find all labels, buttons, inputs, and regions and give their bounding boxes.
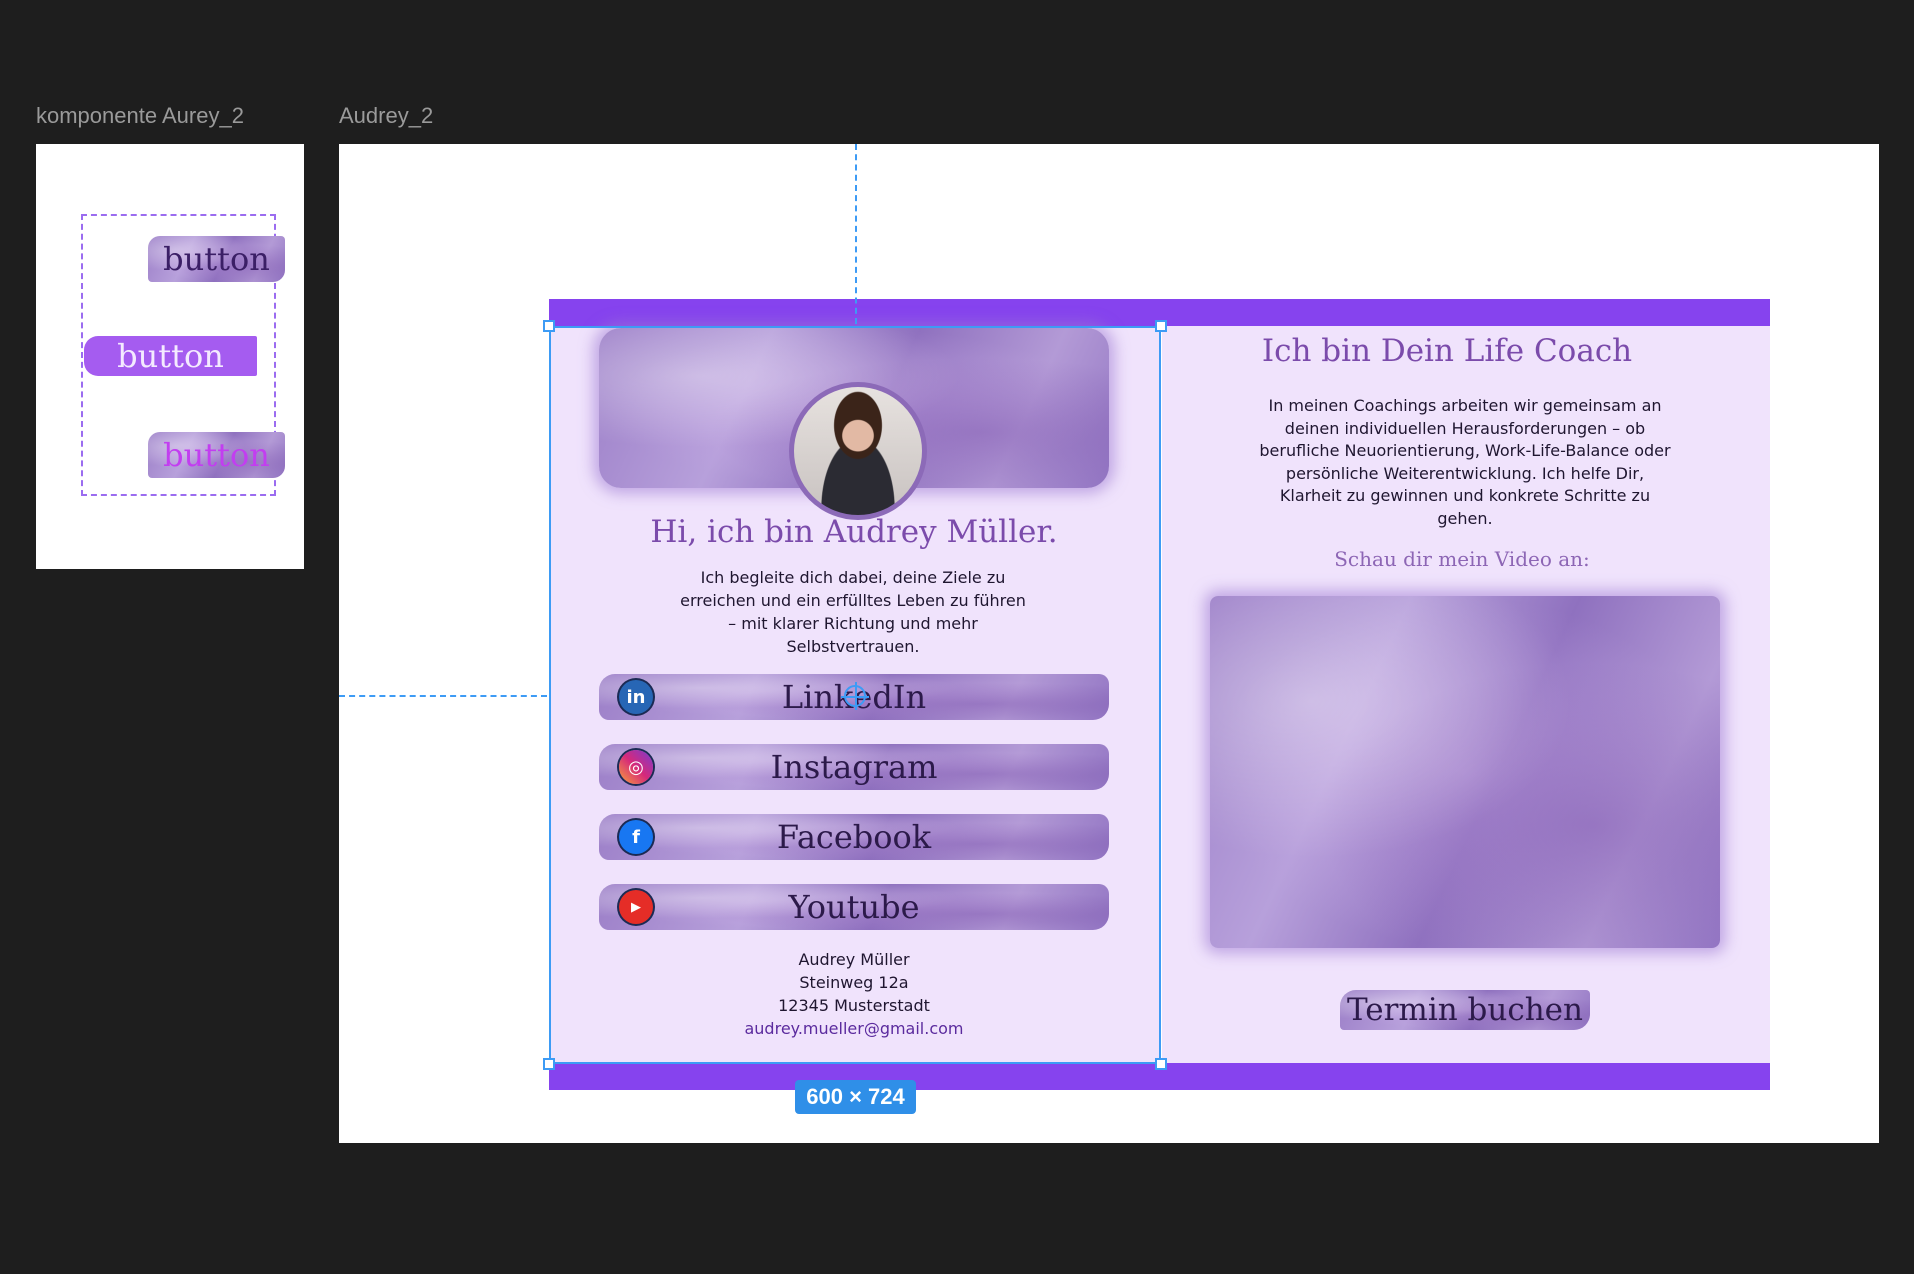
guide-horizontal bbox=[339, 695, 547, 697]
resize-handle-tr[interactable] bbox=[1155, 320, 1167, 332]
book-appointment-button[interactable]: Termin buchen bbox=[1340, 990, 1590, 1030]
button-variant-pressed[interactable]: button bbox=[148, 432, 285, 478]
resize-handle-br[interactable] bbox=[1155, 1058, 1167, 1070]
button-variant-hover[interactable]: button bbox=[84, 336, 257, 376]
component-set[interactable]: button button button bbox=[81, 214, 285, 496]
component-frame-label[interactable]: komponente Aurey_2 bbox=[36, 103, 244, 129]
guide-vertical bbox=[855, 144, 857, 324]
selection-size-badge: 600 × 724 bbox=[795, 1080, 916, 1114]
button-variant-default[interactable]: button bbox=[148, 236, 285, 282]
video-prompt: Schau dir mein Video an: bbox=[1334, 547, 1590, 571]
video-placeholder[interactable] bbox=[1210, 596, 1720, 948]
design-frame-label[interactable]: Audrey_2 bbox=[339, 103, 433, 129]
coach-description: In meinen Coachings arbeiten wir gemeins… bbox=[1259, 396, 1671, 528]
resize-handle-tl[interactable] bbox=[543, 320, 555, 332]
coach-title: Ich bin Dein Life Coach bbox=[1261, 333, 1633, 369]
component-frame[interactable]: button button button bbox=[36, 144, 304, 569]
crosshair-cursor-icon bbox=[841, 682, 869, 710]
resize-handle-bl[interactable] bbox=[543, 1058, 555, 1070]
